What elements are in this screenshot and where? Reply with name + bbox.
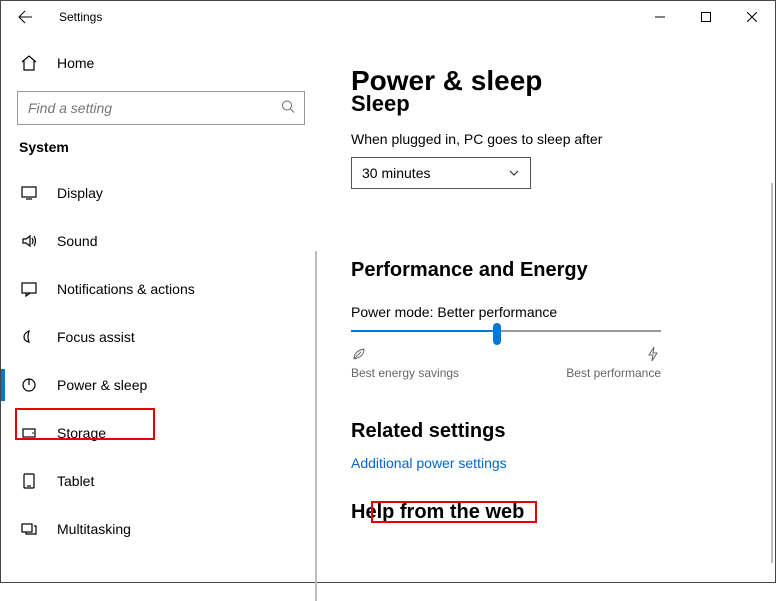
nav-label: Power & sleep <box>57 377 147 393</box>
lightning-icon <box>645 346 661 366</box>
arrow-left-icon <box>17 9 33 25</box>
nav-label: Display <box>57 185 103 201</box>
sidebar-item-multitasking[interactable]: Multitasking <box>1 505 321 553</box>
tablet-icon <box>19 471 39 491</box>
minimize-icon <box>655 12 665 22</box>
sidebar-item-focus-assist[interactable]: Focus assist <box>1 313 321 361</box>
sidebar-item-storage[interactable]: Storage <box>1 409 321 457</box>
home-icon <box>19 53 39 73</box>
sleep-dropdown[interactable]: 30 minutes <box>351 157 531 189</box>
performance-heading: Performance and Energy <box>351 259 745 282</box>
home-label: Home <box>57 55 94 71</box>
power-mode-slider[interactable] <box>351 330 661 332</box>
dropdown-value: 30 minutes <box>362 165 430 181</box>
nav-label: Sound <box>57 233 97 249</box>
window-controls <box>637 1 775 33</box>
focus-assist-icon <box>19 327 39 347</box>
slider-track <box>351 330 661 332</box>
power-mode-label: Power mode: Better performance <box>351 304 745 320</box>
close-icon <box>747 12 757 22</box>
search-field[interactable] <box>17 91 305 125</box>
nav-label: Storage <box>57 425 106 441</box>
notifications-icon <box>19 279 39 299</box>
multitasking-icon <box>19 519 39 539</box>
window-title: Settings <box>59 10 102 24</box>
nav-label: Tablet <box>57 473 94 489</box>
back-button[interactable] <box>17 9 49 25</box>
minimize-button[interactable] <box>637 1 683 33</box>
additional-power-settings-link[interactable]: Additional power settings <box>351 455 745 471</box>
slider-labels: Best energy savings Best performance <box>351 346 661 380</box>
nav-label: Multitasking <box>57 521 131 537</box>
leaf-icon <box>351 346 459 366</box>
related-heading: Related settings <box>351 420 745 443</box>
chevron-down-icon <box>508 167 520 179</box>
slider-thumb[interactable] <box>493 323 501 345</box>
slider-min-label: Best energy savings <box>351 366 459 380</box>
sidebar-item-notifications[interactable]: Notifications & actions <box>1 265 321 313</box>
power-icon <box>19 375 39 395</box>
sleep-description: When plugged in, PC goes to sleep after <box>351 131 745 147</box>
nav-label: Focus assist <box>57 329 135 345</box>
storage-icon <box>19 423 39 443</box>
main-scrollbar[interactable] <box>771 183 773 563</box>
slider-max-label: Best performance <box>566 366 661 380</box>
sidebar-item-sound[interactable]: Sound <box>1 217 321 265</box>
help-heading: Help from the web <box>351 501 745 524</box>
close-button[interactable] <box>729 1 775 33</box>
nav-label: Notifications & actions <box>57 281 195 297</box>
section-label: System <box>1 139 321 169</box>
display-icon <box>19 183 39 203</box>
main-panel: Power & sleep Sleep When plugged in, PC … <box>321 33 775 582</box>
nav-list: Display Sound Notifications & actions Fo… <box>1 169 321 553</box>
slider-min: Best energy savings <box>351 346 459 380</box>
sidebar-item-home[interactable]: Home <box>1 43 321 83</box>
slider-max: Best performance <box>566 346 661 380</box>
search-input[interactable] <box>17 91 305 125</box>
search-icon <box>281 100 295 117</box>
slider-fill <box>351 330 497 332</box>
sidebar-item-display[interactable]: Display <box>1 169 321 217</box>
sidebar: Home System Display Sound Notifications … <box>1 33 321 582</box>
sound-icon <box>19 231 39 251</box>
maximize-icon <box>701 12 711 22</box>
titlebar: Settings <box>1 1 775 33</box>
sidebar-item-power-sleep[interactable]: Power & sleep <box>1 361 321 409</box>
sidebar-item-tablet[interactable]: Tablet <box>1 457 321 505</box>
maximize-button[interactable] <box>683 1 729 33</box>
sidebar-scrollbar[interactable] <box>315 251 317 601</box>
